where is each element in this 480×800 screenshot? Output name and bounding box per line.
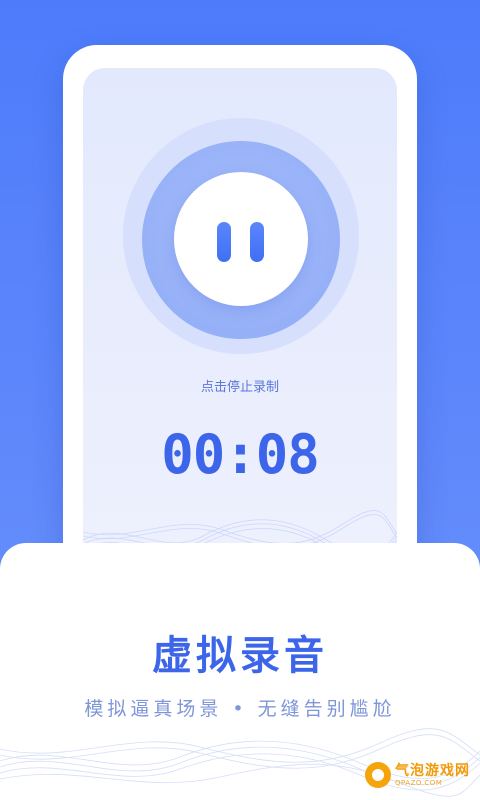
watermark-logo-icon: [365, 762, 391, 788]
phone-screen: 点击停止录制 00:08: [83, 68, 397, 568]
watermark-brand: 气泡游戏网: [395, 762, 470, 779]
feature-card: 虚拟录音 模拟逼真场景 • 无缝告别尴尬 气泡游戏网 QPAZO.COM: [0, 543, 480, 800]
pause-button[interactable]: [174, 172, 308, 306]
feature-title: 虚拟录音: [152, 633, 328, 679]
watermark-domain: QPAZO.COM: [395, 778, 443, 787]
feature-subtitle: 模拟逼真场景 • 无缝告别尴尬: [84, 698, 396, 720]
site-watermark: 气泡游戏网 QPAZO.COM: [365, 758, 470, 792]
stop-recording-hint[interactable]: 点击停止录制: [83, 376, 397, 395]
recording-timer: 00:08: [161, 423, 320, 486]
